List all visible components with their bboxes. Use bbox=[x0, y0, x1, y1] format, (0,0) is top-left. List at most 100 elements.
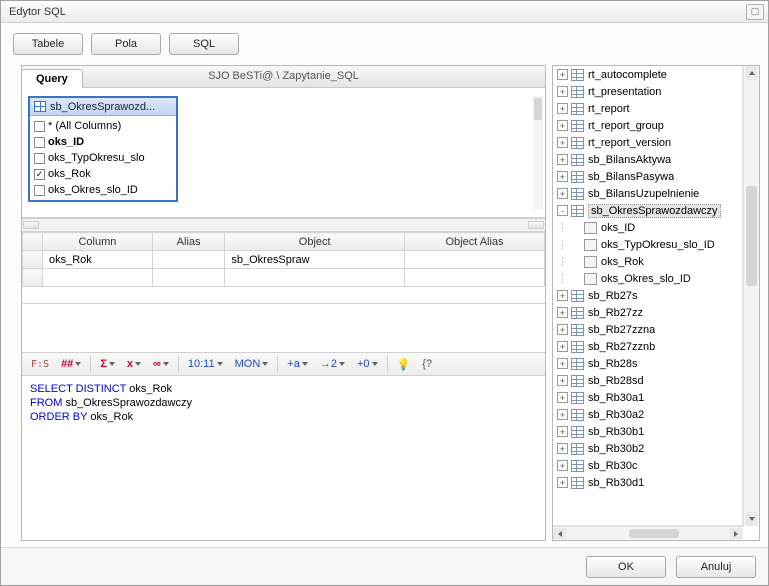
tb-mon[interactable]: MON bbox=[232, 358, 272, 370]
dialog-footer: OK Anuluj bbox=[1, 547, 768, 585]
expand-icon[interactable]: + bbox=[557, 409, 568, 420]
grid-header-object[interactable]: Object bbox=[225, 233, 405, 251]
tree-table-node[interactable]: + sb_BilansAktywa bbox=[553, 151, 742, 168]
tb-to-2[interactable]: →2 bbox=[317, 358, 348, 370]
grid-header-alias[interactable]: Alias bbox=[152, 233, 225, 251]
cancel-button[interactable]: Anuluj bbox=[676, 556, 756, 578]
tb-help-icon[interactable]: {? bbox=[419, 358, 435, 370]
tree-table-node[interactable]: +sb_Rb27zz bbox=[553, 304, 742, 321]
tree-column-node[interactable]: ⋮ oks_TypOkresu_slo_ID bbox=[553, 236, 742, 253]
tree-table-node[interactable]: +sb_Rb30c bbox=[553, 457, 742, 474]
tree-table-node[interactable]: +rt_report_version bbox=[553, 134, 742, 151]
checkbox-icon[interactable]: ✓ bbox=[34, 169, 45, 180]
grid-header-column[interactable]: Column bbox=[43, 233, 153, 251]
tree-table-node[interactable]: +sb_Rb30a1 bbox=[553, 389, 742, 406]
tree-table-node[interactable]: -sb_OkresSprawozdawczy bbox=[553, 202, 742, 219]
tables-button[interactable]: Tabele bbox=[13, 33, 83, 55]
tree-node-label: sb_BilansAktywa bbox=[588, 154, 671, 166]
expand-icon[interactable]: + bbox=[557, 324, 568, 335]
tree-table-node[interactable]: +rt_report bbox=[553, 100, 742, 117]
checkbox-icon[interactable] bbox=[34, 153, 45, 164]
sql-editor[interactable]: SELECT DISTINCT oks_Rok FROM sb_OkresSpr… bbox=[22, 376, 545, 540]
grid-row[interactable]: oks_Rok sb_OkresSpraw bbox=[23, 251, 545, 269]
tree-table-node[interactable]: +sb_Rb27zznb bbox=[553, 338, 742, 355]
checkbox-icon[interactable] bbox=[34, 185, 45, 196]
expand-icon[interactable]: + bbox=[557, 137, 568, 148]
expand-icon[interactable]: + bbox=[557, 154, 568, 165]
designer-column-item[interactable]: ✓oks_Rok bbox=[32, 166, 174, 182]
expand-icon[interactable]: + bbox=[557, 443, 568, 454]
criteria-grid[interactable]: Column Alias Object Object Alias oks_Rok… bbox=[22, 232, 545, 304]
tree-vertical-scrollbar[interactable] bbox=[743, 66, 759, 526]
titlebar[interactable]: Edytor SQL ▢ bbox=[1, 1, 768, 23]
expand-icon[interactable]: + bbox=[557, 171, 568, 182]
tb-plus-a[interactable]: +a bbox=[284, 358, 311, 370]
query-designer[interactable]: sb_OkresSprawozd... * (All Columns)oks_I… bbox=[22, 88, 545, 218]
tree-table-node[interactable]: +sb_Rb30d1 bbox=[553, 474, 742, 491]
designer-column-item[interactable]: oks_TypOkresu_slo bbox=[32, 150, 174, 166]
designer-vertical-scrollbar[interactable] bbox=[533, 96, 543, 209]
grid-row-empty[interactable] bbox=[23, 269, 545, 287]
expand-icon[interactable]: + bbox=[557, 69, 568, 80]
collapse-icon[interactable]: - bbox=[557, 205, 568, 216]
designer-column-item[interactable]: oks_ID bbox=[32, 134, 174, 150]
designer-table-header[interactable]: sb_OkresSprawozd... bbox=[30, 98, 176, 116]
tree-table-node[interactable]: + sb_BilansUzupelnienie bbox=[553, 185, 742, 202]
sql-button[interactable]: SQL bbox=[169, 33, 239, 55]
grid-header-object-alias[interactable]: Object Alias bbox=[405, 233, 545, 251]
tb-time[interactable]: 10:11 bbox=[185, 358, 226, 370]
expand-icon[interactable]: + bbox=[557, 290, 568, 301]
tree-table-node[interactable]: +sb_Rb28s bbox=[553, 355, 742, 372]
expand-icon[interactable]: + bbox=[557, 188, 568, 199]
expand-icon[interactable]: + bbox=[557, 358, 568, 369]
horizontal-scrollbar[interactable] bbox=[22, 218, 545, 232]
ok-button[interactable]: OK bbox=[586, 556, 666, 578]
expand-icon[interactable]: + bbox=[557, 375, 568, 386]
checkbox-icon[interactable] bbox=[34, 121, 45, 132]
tree-column-node[interactable]: ⋮ oks_Okres_slo_ID bbox=[553, 270, 742, 287]
expand-icon[interactable]: + bbox=[557, 86, 568, 97]
tree-table-node[interactable]: +rt_report_group bbox=[553, 117, 742, 134]
tb-bulb-icon[interactable]: 💡 bbox=[394, 358, 414, 371]
tb-x[interactable]: x bbox=[124, 358, 144, 370]
grid-cell-object-alias[interactable] bbox=[405, 251, 545, 269]
expand-icon[interactable]: + bbox=[557, 426, 568, 437]
expand-icon[interactable]: + bbox=[557, 341, 568, 352]
tree-table-node[interactable]: +rt_presentation bbox=[553, 83, 742, 100]
tb-inf[interactable]: ∞ bbox=[150, 358, 172, 370]
tb-plus-0[interactable]: +0 bbox=[354, 358, 381, 370]
tree-table-node[interactable]: +sb_Rb27s bbox=[553, 287, 742, 304]
expand-icon[interactable]: + bbox=[557, 307, 568, 318]
tree-table-node[interactable]: +sb_Rb30b2 bbox=[553, 440, 742, 457]
expand-icon[interactable]: + bbox=[557, 103, 568, 114]
grid-row-header[interactable] bbox=[23, 251, 43, 269]
grid-cell-alias[interactable] bbox=[152, 251, 225, 269]
expand-icon[interactable]: + bbox=[557, 120, 568, 131]
tree-table-node[interactable]: +sb_Rb28sd bbox=[553, 372, 742, 389]
expand-icon[interactable]: + bbox=[557, 460, 568, 471]
fields-button[interactable]: Pola bbox=[91, 33, 161, 55]
checkbox-icon[interactable] bbox=[34, 137, 45, 148]
designer-column-item[interactable]: * (All Columns) bbox=[32, 118, 174, 134]
expand-icon[interactable]: + bbox=[557, 477, 568, 488]
designer-column-item[interactable]: oks_Okres_slo_ID bbox=[32, 182, 174, 198]
tree-table-node[interactable]: +sb_BilansPasywa bbox=[553, 168, 742, 185]
tb-sigma[interactable]: Σ bbox=[97, 358, 118, 370]
tree-table-node[interactable]: +sb_Rb30a2 bbox=[553, 406, 742, 423]
tb-fs-icon[interactable]: F:S bbox=[28, 359, 52, 370]
grid-cell-column[interactable]: oks_Rok bbox=[43, 251, 153, 269]
close-icon[interactable]: ▢ bbox=[746, 4, 764, 20]
grid-cell-object[interactable]: sb_OkresSpraw bbox=[225, 251, 405, 269]
tree-column-node[interactable]: ⋮ oks_Rok bbox=[553, 253, 742, 270]
designer-table-box[interactable]: sb_OkresSprawozd... * (All Columns)oks_I… bbox=[28, 96, 178, 202]
tree-table-node[interactable]: +sb_Rb27zzna bbox=[553, 321, 742, 338]
expand-icon[interactable]: + bbox=[557, 392, 568, 403]
tree-column-node[interactable]: ⋮ oks_ID bbox=[553, 219, 742, 236]
tab-query[interactable]: Query bbox=[21, 69, 83, 88]
tree-table-node[interactable]: +sb_Rb30b1 bbox=[553, 423, 742, 440]
tree-table-node[interactable]: +rt_autocomplete bbox=[553, 66, 742, 83]
object-tree[interactable]: +rt_autocomplete+rt_presentation+rt_repo… bbox=[553, 66, 743, 526]
tree-node-label: sb_BilansUzupelnienie bbox=[588, 188, 699, 200]
tb-hash[interactable]: ## bbox=[58, 358, 84, 370]
tree-horizontal-scrollbar[interactable] bbox=[553, 526, 743, 540]
